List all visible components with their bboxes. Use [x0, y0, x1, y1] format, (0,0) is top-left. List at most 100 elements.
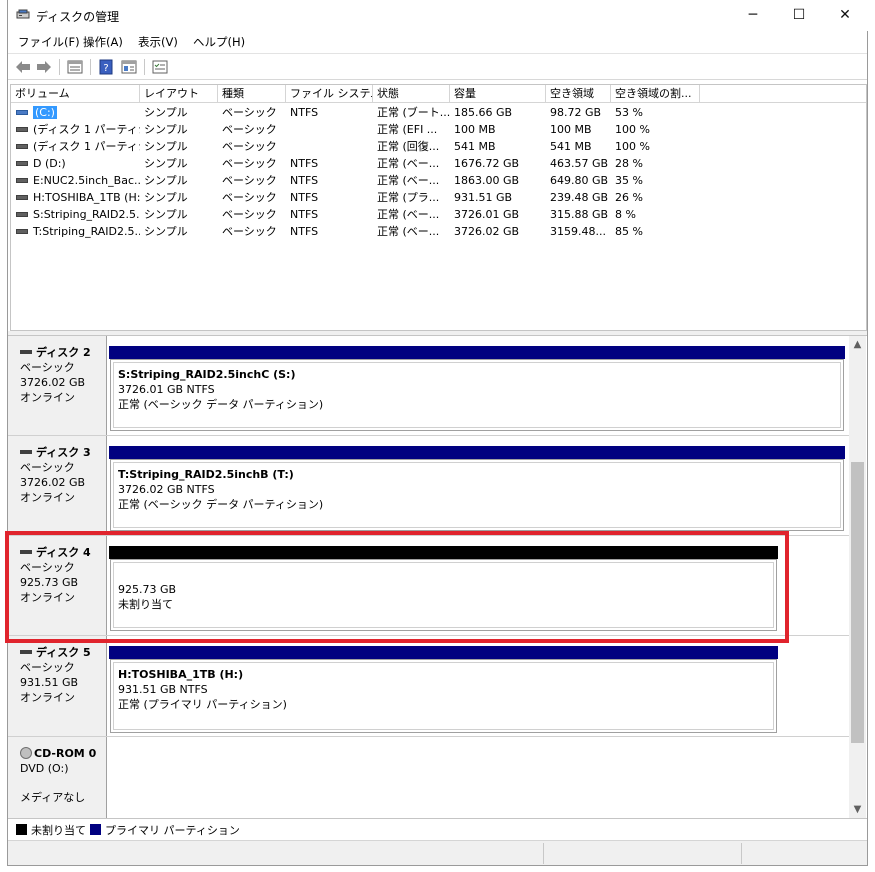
- volume-row[interactable]: T:Striping_RAID2.5... シンプル ベーシック NTFS 正常 (ベー…: [11, 223, 866, 240]
- volume-row[interactable]: S:Striping_RAID2.5... シンプル ベーシック NTFS 正常 (ベー…: [11, 206, 866, 223]
- volume-pct: 8 %: [615, 208, 636, 221]
- disk-type: ベーシック: [20, 661, 75, 674]
- volume-pct: 28 %: [615, 157, 643, 170]
- volume-row[interactable]: E:NUC2.5inch_Bac... シンプル ベーシック NTFS 正常 (ベー..…: [11, 172, 866, 189]
- partition-box[interactable]: T:Striping_RAID2.5inchB (T:) 3726.02 GB N…: [110, 459, 844, 531]
- cdrom-name: CD-ROM 0: [34, 747, 97, 760]
- volume-type: ベーシック: [222, 123, 277, 136]
- minimize-button[interactable]: ─: [730, 0, 776, 31]
- partition-size: 931.51 GB NTFS: [118, 683, 208, 696]
- volume-layout: シンプル: [144, 174, 188, 187]
- volume-type: ベーシック: [222, 191, 277, 204]
- volume-capacity: 185.66 GB: [454, 106, 513, 119]
- volume-free: 239.48 GB: [550, 191, 609, 204]
- volume-type: ベーシック: [222, 140, 277, 153]
- partition-box[interactable]: H:TOSHIBA_1TB (H:) 931.51 GB NTFS 正常 (プライマ…: [110, 659, 777, 733]
- volume-pct: 100 %: [615, 140, 650, 153]
- column-header-free-space[interactable]: 空き領域: [546, 85, 611, 103]
- volume-fs: NTFS: [290, 174, 319, 187]
- menu-action[interactable]: 操作(A): [83, 34, 123, 50]
- volume-layout: シンプル: [144, 225, 188, 238]
- volume-type: ベーシック: [222, 208, 277, 221]
- column-header-capacity[interactable]: 容量: [450, 85, 546, 103]
- volume-fs: NTFS: [290, 106, 319, 119]
- disk-label[interactable]: ディスク 5 ベーシック 931.51 GB オンライン: [8, 636, 107, 736]
- disk-row[interactable]: ディスク 5 ベーシック 931.51 GB オンライン H:TOSHIBA_1TB (…: [8, 636, 849, 737]
- volume-name: T:Striping_RAID2.5...: [11, 223, 140, 240]
- column-header-layout[interactable]: レイアウト: [140, 85, 218, 103]
- window-title: ディスクの管理: [36, 10, 120, 24]
- partition-title: H:TOSHIBA_1TB (H:): [118, 668, 244, 681]
- disk-type: ベーシック: [20, 461, 75, 474]
- legend-unallocated-label: 未割り当て: [31, 824, 86, 837]
- volume-row[interactable]: D (D:) シンプル ベーシック NTFS 正常 (ベー... 1676.72 GB 46…: [11, 155, 866, 172]
- legend-primary-swatch: [90, 824, 101, 835]
- help-icon[interactable]: ?: [97, 58, 115, 76]
- list-view-icon[interactable]: [66, 58, 84, 76]
- volume-name: D (D:): [11, 155, 140, 172]
- volume-status: 正常 (ベー...: [377, 208, 440, 221]
- cdrom-label[interactable]: CD-ROM 0 DVD (O:) メディアなし: [8, 737, 107, 818]
- disk-state: オンライン: [20, 391, 75, 404]
- legend: 未割り当て プライマリ パーティション: [8, 818, 867, 839]
- volume-fs: NTFS: [290, 208, 319, 221]
- volume-row[interactable]: (ディスク 1 パーティシ... シンプル ベーシック 正常 (EFI ... 100 …: [11, 121, 866, 138]
- volume-name-text: H:TOSHIBA_1TB (H:): [33, 191, 140, 204]
- volume-row[interactable]: (ディスク 1 パーティシ... シンプル ベーシック 正常 (回復... 541 MB…: [11, 138, 866, 155]
- cdrom-drive: DVD (O:): [20, 762, 69, 775]
- properties-icon[interactable]: [120, 58, 138, 76]
- status-bar: [8, 840, 867, 865]
- menu-bar: ファイル(F) 操作(A) 表示(V) ヘルプ(H): [8, 31, 867, 53]
- back-icon[interactable]: [14, 58, 32, 76]
- status-separator: [741, 843, 742, 864]
- menu-view[interactable]: 表示(V): [138, 34, 178, 50]
- volume-free: 100 MB: [550, 123, 592, 136]
- volume-pct: 35 %: [615, 174, 643, 187]
- disk-size: 3726.02 GB: [20, 476, 86, 489]
- forward-icon[interactable]: [35, 58, 53, 76]
- column-header-type[interactable]: 種類: [218, 85, 286, 103]
- scroll-up-icon[interactable]: ▲: [849, 336, 866, 353]
- volume-capacity: 3726.01 GB: [454, 208, 520, 221]
- column-header-filler: [700, 85, 866, 103]
- scroll-thumb[interactable]: [851, 462, 864, 743]
- volume-row[interactable]: H:TOSHIBA_1TB (H:) シンプル ベーシック NTFS 正常 (プラ...…: [11, 189, 866, 206]
- close-button[interactable]: ✕: [822, 0, 868, 31]
- volume-free: 541 MB: [550, 140, 592, 153]
- disk-state: オンライン: [20, 491, 75, 504]
- disk-label[interactable]: ディスク 2 ベーシック 3726.02 GB オンライン: [8, 336, 107, 435]
- volume-fs: [290, 138, 373, 155]
- volume-name-text: D (D:): [33, 157, 66, 170]
- column-header-filesystem[interactable]: ファイル システム: [286, 85, 373, 103]
- volume-status: 正常 (ベー...: [377, 157, 440, 170]
- disk-row[interactable]: ディスク 3 ベーシック 3726.02 GB オンライン T:Striping_RAI…: [8, 436, 849, 536]
- checklist-icon[interactable]: [151, 58, 169, 76]
- cdrom-row[interactable]: CD-ROM 0 DVD (O:) メディアなし: [8, 737, 849, 818]
- disk-map-scrollbar[interactable]: ▲ ▼: [849, 336, 866, 818]
- menu-help[interactable]: ヘルプ(H): [193, 34, 245, 50]
- column-header-free-percent[interactable]: 空き領域の割...: [611, 85, 700, 103]
- column-header-volume[interactable]: ボリューム: [11, 85, 140, 103]
- scroll-down-icon[interactable]: ▼: [849, 801, 866, 818]
- maximize-button[interactable]: ☐: [776, 0, 822, 31]
- cdrom-media: メディアなし: [20, 791, 86, 804]
- volume-capacity: 1863.00 GB: [454, 174, 520, 187]
- volume-type: ベーシック: [222, 174, 277, 187]
- volume-row[interactable]: (C:) シンプル ベーシック NTFS 正常 (ブート... 185.66 GB 98.7…: [11, 104, 866, 121]
- partition-box[interactable]: S:Striping_RAID2.5inchC (S:) 3726.01 GB N…: [110, 359, 844, 431]
- disk-type: ベーシック: [20, 361, 75, 374]
- volume-pct: 26 %: [615, 191, 643, 204]
- disk-row[interactable]: ディスク 2 ベーシック 3726.02 GB オンライン S:Striping_RAI…: [8, 336, 849, 436]
- column-header-status[interactable]: 状態: [373, 85, 450, 103]
- toolbar-separator: [90, 59, 91, 75]
- disk-label[interactable]: ディスク 3 ベーシック 3726.02 GB オンライン: [8, 436, 107, 535]
- menu-file[interactable]: ファイル(F): [18, 34, 80, 50]
- volume-free: 463.57 GB: [550, 157, 609, 170]
- partition-color-bar: [109, 646, 778, 659]
- volume-name: (C:): [11, 104, 140, 121]
- volume-fs: NTFS: [290, 191, 319, 204]
- disk-management-window: ディスクの管理 ─ ☐ ✕ ファイル(F) 操作(A) 表示(V) ヘルプ(H)…: [7, 0, 869, 866]
- partition-details: T:Striping_RAID2.5inchB (T:) 3726.02 GB N…: [113, 462, 841, 528]
- volume-list: ボリューム レイアウト 種類 ファイル システム 状態 容量 空き領域 空き領域…: [10, 84, 867, 331]
- volume-name: (ディスク 1 パーティシ...: [11, 121, 140, 138]
